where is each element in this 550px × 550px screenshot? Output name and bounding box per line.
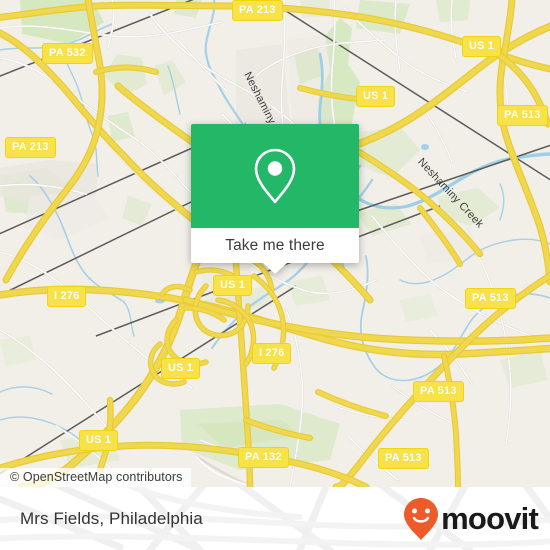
road-shield: US 1: [161, 358, 201, 379]
place-name: Mrs Fields, Philadelphia: [20, 508, 203, 528]
callout-image: [191, 124, 359, 228]
road-shield: PA 213: [5, 137, 56, 158]
map-pin-icon: [254, 148, 296, 204]
road-shield: PA 213: [232, 0, 283, 21]
osm-attribution: © OpenStreetMap contributors: [0, 468, 191, 487]
moovit-wordmark: moovit: [441, 500, 539, 536]
take-me-there-label: Take me there: [225, 236, 325, 254]
moovit-logo: moovit: [403, 497, 539, 541]
road-shield: PA 513: [497, 105, 548, 126]
moovit-smiley-pin-icon: [404, 497, 439, 540]
road-shield: PA 513: [465, 288, 516, 309]
road-shield: PA 513: [413, 381, 464, 402]
road-shield: US 1: [462, 36, 502, 57]
road-shield: PA 513: [378, 448, 429, 469]
callout-pointer: [263, 263, 287, 274]
road-shield: PA 132: [238, 447, 289, 468]
footer-bar: Mrs Fields, Philadelphia moovit: [0, 487, 550, 550]
road-shield: I 276: [252, 343, 292, 364]
road-shield: I 276: [47, 286, 87, 307]
location-callout-card[interactable]: Take me there: [191, 124, 359, 274]
take-me-there-button[interactable]: Take me there: [191, 228, 359, 274]
road-shield: US 1: [356, 86, 396, 107]
road-shield: US 1: [213, 275, 253, 296]
road-shield: PA 532: [42, 43, 93, 64]
map-screenshot: .land { fill:#f2efe9; } .green { fill:#d…: [0, 0, 550, 550]
road-shield: US 1: [79, 430, 119, 451]
